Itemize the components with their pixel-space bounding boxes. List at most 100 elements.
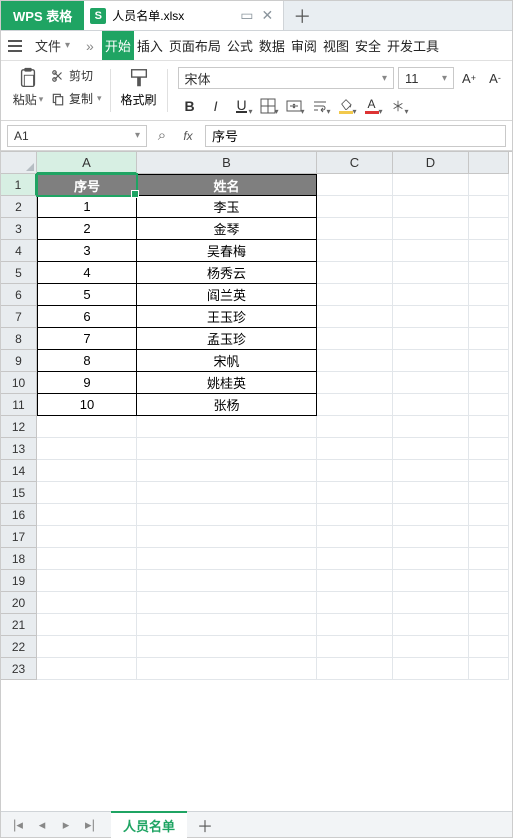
increase-font-button[interactable]: A+: [458, 67, 480, 89]
decrease-font-button[interactable]: A-: [484, 67, 506, 89]
first-sheet-button[interactable]: |◂: [7, 815, 29, 835]
cell[interactable]: [393, 438, 469, 460]
cell[interactable]: [393, 482, 469, 504]
cell[interactable]: 8: [37, 350, 137, 372]
cell[interactable]: [317, 328, 393, 350]
cell[interactable]: [37, 416, 137, 438]
cell[interactable]: [317, 592, 393, 614]
row-header[interactable]: 2: [1, 196, 37, 218]
menu-tab-1[interactable]: 插入: [134, 31, 166, 60]
cell[interactable]: [317, 526, 393, 548]
cell[interactable]: [317, 416, 393, 438]
cell[interactable]: [469, 174, 509, 196]
cell[interactable]: [393, 174, 469, 196]
row-header[interactable]: 11: [1, 394, 37, 416]
fill-color-button[interactable]: ▾: [334, 95, 358, 117]
sheet-tab[interactable]: 人员名单: [111, 811, 187, 838]
cell[interactable]: [469, 526, 509, 548]
menu-tab-4[interactable]: 数据: [256, 31, 288, 60]
font-color-button[interactable]: A ▾: [360, 95, 384, 117]
row-header[interactable]: 9: [1, 350, 37, 372]
menu-tab-6[interactable]: 视图: [320, 31, 352, 60]
formula-input[interactable]: 序号: [205, 125, 506, 147]
cell[interactable]: [317, 394, 393, 416]
cell[interactable]: [317, 262, 393, 284]
cell[interactable]: [393, 636, 469, 658]
column-header[interactable]: C: [317, 152, 393, 174]
cell[interactable]: [37, 658, 137, 680]
row-header[interactable]: 7: [1, 306, 37, 328]
cell[interactable]: [137, 548, 317, 570]
fx-icon[interactable]: fx: [179, 129, 197, 143]
cell[interactable]: [137, 526, 317, 548]
cell[interactable]: [137, 482, 317, 504]
cell[interactable]: [469, 240, 509, 262]
menu-tab-3[interactable]: 公式: [224, 31, 256, 60]
font-size-select[interactable]: 11 ▾: [398, 67, 454, 89]
paste-button[interactable]: 粘贴 ▾: [7, 67, 49, 114]
cell[interactable]: [393, 592, 469, 614]
cell[interactable]: [37, 548, 137, 570]
cell[interactable]: [393, 218, 469, 240]
row-header[interactable]: 19: [1, 570, 37, 592]
cell[interactable]: 1: [37, 196, 137, 218]
cell[interactable]: [393, 416, 469, 438]
copy-button[interactable]: 复制 ▾: [51, 90, 102, 107]
cell[interactable]: [469, 482, 509, 504]
cell[interactable]: [317, 438, 393, 460]
cell[interactable]: 张杨: [137, 394, 317, 416]
column-header[interactable]: A: [37, 152, 137, 174]
cell[interactable]: [137, 504, 317, 526]
ribbon-scroll-right-icon[interactable]: »: [78, 38, 102, 54]
cell[interactable]: [469, 460, 509, 482]
cell[interactable]: [393, 614, 469, 636]
row-header[interactable]: 17: [1, 526, 37, 548]
cell[interactable]: [37, 636, 137, 658]
cell[interactable]: [137, 438, 317, 460]
cell[interactable]: [317, 504, 393, 526]
cell[interactable]: [37, 592, 137, 614]
cell[interactable]: [37, 460, 137, 482]
menu-tab-8[interactable]: 开发工具: [384, 31, 442, 60]
row-header[interactable]: 6: [1, 284, 37, 306]
cell[interactable]: [393, 372, 469, 394]
cell[interactable]: [469, 196, 509, 218]
cell[interactable]: [469, 416, 509, 438]
cell[interactable]: [469, 372, 509, 394]
cell[interactable]: [393, 306, 469, 328]
italic-button[interactable]: I: [204, 95, 228, 117]
cut-button[interactable]: 剪切: [51, 67, 102, 84]
cell[interactable]: [393, 328, 469, 350]
wrap-text-button[interactable]: ▾: [308, 95, 332, 117]
cell[interactable]: 阎兰英: [137, 284, 317, 306]
cell[interactable]: [393, 548, 469, 570]
row-header[interactable]: 10: [1, 372, 37, 394]
row-header[interactable]: 12: [1, 416, 37, 438]
cell[interactable]: [469, 570, 509, 592]
cell[interactable]: [393, 504, 469, 526]
cell[interactable]: [393, 460, 469, 482]
cell[interactable]: [469, 350, 509, 372]
close-tab-icon[interactable]: ✕: [262, 7, 274, 24]
cell[interactable]: [37, 504, 137, 526]
row-header[interactable]: 5: [1, 262, 37, 284]
cell[interactable]: [469, 658, 509, 680]
app-name-tab[interactable]: WPS 表格: [1, 1, 84, 30]
menu-tab-2[interactable]: 页面布局: [166, 31, 224, 60]
hamburger-menu-icon[interactable]: [3, 40, 27, 52]
cell[interactable]: [317, 636, 393, 658]
row-header[interactable]: 18: [1, 548, 37, 570]
row-header[interactable]: 20: [1, 592, 37, 614]
cell[interactable]: [469, 504, 509, 526]
cell[interactable]: [137, 570, 317, 592]
cell[interactable]: [37, 438, 137, 460]
cell[interactable]: [317, 174, 393, 196]
column-header[interactable]: D: [393, 152, 469, 174]
cell[interactable]: [317, 482, 393, 504]
cell[interactable]: [393, 262, 469, 284]
row-header[interactable]: 16: [1, 504, 37, 526]
cell[interactable]: [317, 240, 393, 262]
cell[interactable]: 姚桂英: [137, 372, 317, 394]
cell[interactable]: [317, 658, 393, 680]
cell[interactable]: 姓名: [137, 174, 317, 196]
